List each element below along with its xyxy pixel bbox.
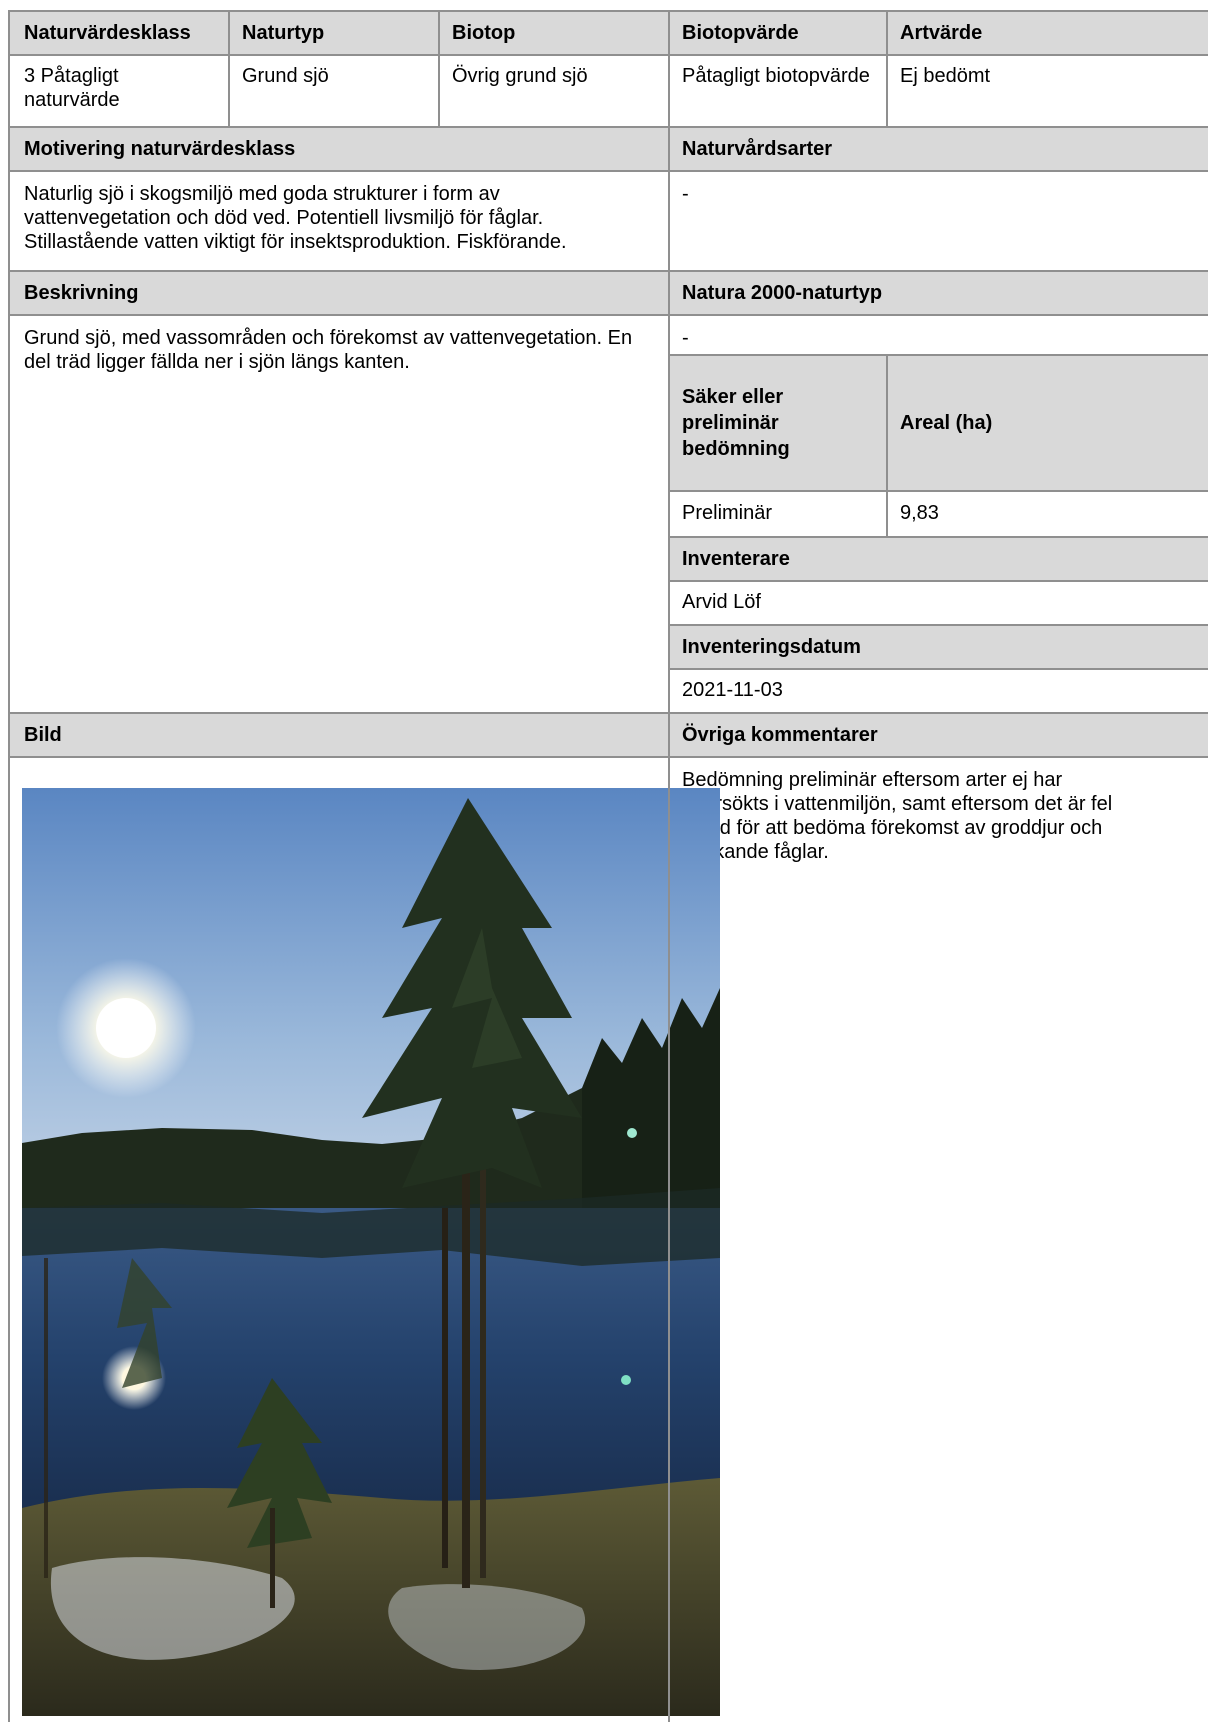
header-naturtyp: Naturtyp	[228, 12, 438, 54]
border-row7	[10, 756, 1208, 758]
inventeringsdatum-value: 2021-11-03	[682, 679, 783, 701]
areal-value: 9,83	[900, 502, 939, 524]
border-row1	[10, 54, 1208, 56]
header-inventeringsdatum: Inventeringsdatum	[668, 626, 1208, 668]
value-artvarde: Ej bedömt	[900, 65, 991, 87]
ovriga-kommentarer-text: Bedömning preliminär eftersom arter ej h…	[682, 769, 1113, 863]
header-inventerare: Inventerare	[668, 538, 1208, 580]
value-biotopvarde: Påtagligt biotopvärde	[682, 65, 870, 87]
border-col2	[438, 10, 440, 128]
header-bild: Bild	[10, 714, 668, 756]
border-row5	[10, 314, 1208, 316]
border-right-3	[668, 536, 1208, 538]
border-col3	[668, 10, 670, 1722]
header-areal: Areal (ha)	[886, 356, 1208, 490]
border-right-4	[668, 580, 1208, 582]
value-biotop: Övrig grund sjö	[452, 65, 588, 87]
header-beskrivning: Beskrivning	[10, 272, 668, 314]
header-bedomning: Säker eller preliminär bedömning	[668, 356, 886, 490]
border-col4-top	[886, 10, 888, 128]
border-row3	[10, 170, 1208, 172]
inventerare-value: Arvid Löf	[682, 591, 761, 613]
lake-photo-image	[22, 788, 720, 1716]
bedomning-value: Preliminär	[682, 502, 773, 524]
header-biotopvarde: Biotopvärde	[668, 12, 886, 54]
border-right-2	[668, 490, 1208, 492]
lake-photo	[22, 788, 720, 1716]
border-right-1	[668, 354, 1208, 356]
header-ovriga-kommentarer: Övriga kommentarer	[668, 714, 1208, 756]
header-naturvardesklass: Naturvärdesklass	[10, 12, 228, 54]
header-motivering: Motivering naturvärdesklass	[10, 128, 668, 170]
header-biotop: Biotop	[438, 12, 668, 54]
header-natura2000: Natura 2000-naturtyp	[668, 272, 1208, 314]
border-col4-mid	[886, 354, 888, 538]
nature-value-table: Naturvärdesklass Naturtyp Biotop Biotopv…	[0, 0, 1208, 1722]
motivering-text: Naturlig sjö i skogsmiljö med goda struk…	[24, 183, 567, 253]
border-right-5	[668, 624, 1208, 626]
border-row2	[10, 126, 1208, 128]
border-row6	[10, 712, 1208, 714]
header-artvarde: Artvärde	[886, 12, 1208, 54]
border-top	[10, 10, 1208, 12]
header-naturvardsarter: Naturvårdsarter	[668, 128, 1208, 170]
value-naturvardesklass: 3 Påtagligt naturvärde	[24, 65, 120, 111]
border-col1	[228, 10, 230, 128]
border-right-6	[668, 668, 1208, 670]
border-left	[8, 10, 10, 1722]
border-row4	[10, 270, 1208, 272]
natura2000-value: -	[682, 327, 689, 349]
value-naturtyp: Grund sjö	[242, 65, 329, 87]
naturvardsarter-value: -	[682, 183, 689, 205]
beskrivning-text: Grund sjö, med vassområden och förekomst…	[24, 327, 633, 373]
